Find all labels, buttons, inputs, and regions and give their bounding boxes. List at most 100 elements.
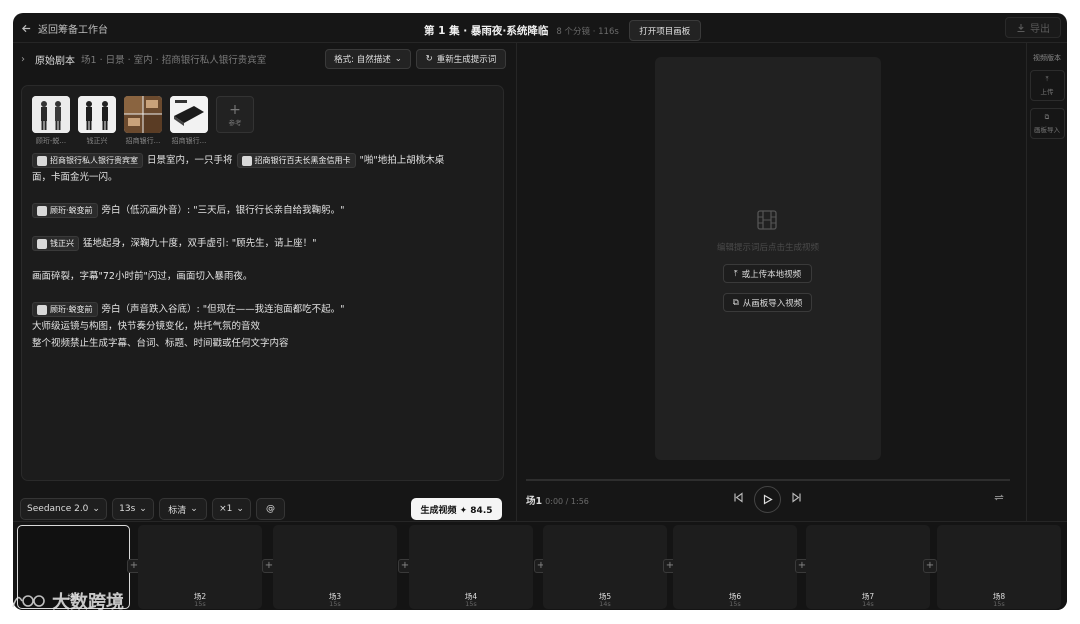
playback-progress[interactable] <box>526 479 1010 481</box>
scene-clip[interactable]: 场4 15s <box>409 525 533 609</box>
regenerate-prompt-button[interactable]: ↻ 重新生成提示词 <box>416 49 506 69</box>
plus-icon: + <box>229 101 241 118</box>
preview-hint: 编辑提示词后点击生成视频 <box>716 243 819 253</box>
prompt-text-span: 整个视频禁止生成字幕、台词、标题、时间戳或任何文字内容 <box>32 337 289 349</box>
play-icon <box>763 494 773 505</box>
watermark: 大数跨境 <box>10 588 124 614</box>
quality-label: 标清 <box>168 505 187 516</box>
chevron-down-icon: ⌄ <box>190 504 198 514</box>
duration-label: 13s <box>119 504 136 514</box>
film-icon <box>757 210 777 230</box>
clip-duration: 14s <box>862 600 874 608</box>
back-label: 返回筹备工作台 <box>38 25 108 36</box>
character-icon <box>37 238 47 249</box>
character-chip[interactable]: 顾珩·蜕变前 <box>32 302 98 317</box>
reference-item[interactable]: 招商银行... <box>124 96 162 146</box>
add-reference-button[interactable]: + 参考 <box>216 96 254 146</box>
prompt-text-span: 日景室内，一只手将 <box>147 154 233 166</box>
export-button[interactable]: 导出 <box>1005 17 1061 38</box>
upload-local-label: 或上传本地视频 <box>741 269 802 280</box>
watermark-text: 大数跨境 <box>52 592 124 613</box>
clip-duration: 15s <box>329 600 341 608</box>
reference-item[interactable]: 顾珩-蜕... <box>32 96 70 146</box>
prompt-text-span: 画面碎裂，字幕"72小时前"闪过，画面切入暴雨夜。 <box>32 270 253 282</box>
prompt-text-span: 面，卡面金光一闪。 <box>32 171 118 183</box>
skip-forward-icon[interactable] <box>791 492 802 506</box>
clip-duration: 15s <box>465 600 477 608</box>
arrow-left-icon <box>21 24 31 33</box>
prompt-line: 招商银行私人银行贵宾室 日景室内，一只手将 招商银行百夫长黑金信用卡 "啪"地拍… <box>32 152 497 169</box>
prompt-line: 整个视频禁止生成字幕、台词、标题、时间戳或任何文字内容 <box>32 335 497 352</box>
chip-label: 钱正兴 <box>50 238 74 248</box>
insert-clip-button[interactable]: + <box>923 559 937 573</box>
prompt-line: 大师级运镜与构图，快节奏分镜变化，烘托气氛的音效 <box>32 318 497 335</box>
clip-duration: 14s <box>599 600 611 608</box>
upload-version-label: 上传 <box>1040 88 1054 96</box>
skip-back-icon[interactable] <box>733 492 744 506</box>
scene-time: 场1 0:00 / 1:56 <box>526 493 589 507</box>
speed-select[interactable]: ×1 ⌄ <box>212 498 251 520</box>
episode-title: 第 1 集 · 暴雨夜·系统降临 <box>424 25 549 37</box>
script-label: 原始剧本 <box>35 55 75 67</box>
script-panel: › 原始剧本 场1 · 日景 · 室内 · 招商银行私人银行贵宾室 格式: 自然… <box>13 43 516 521</box>
scene-clip[interactable]: 场6 15s <box>673 525 797 609</box>
duration-select[interactable]: 13s ⌄ <box>112 498 154 520</box>
reference-item[interactable]: 招商银行... <box>170 96 208 146</box>
scene-clip[interactable]: 场3 15s <box>273 525 397 609</box>
import-version-button[interactable]: ⧉ 画板导入 <box>1029 108 1065 139</box>
character-icon <box>37 304 47 315</box>
prompt-line: 面，卡面金光一闪。 <box>32 169 497 186</box>
chevron-right-icon: › <box>21 53 25 65</box>
back-button[interactable]: 返回筹备工作台 <box>21 21 108 36</box>
loop-icon[interactable] <box>993 492 1005 506</box>
scene-clip[interactable]: 场8 15s <box>937 525 1061 609</box>
scene-clip[interactable]: 场5 14s <box>543 525 667 609</box>
character-thumbnail <box>78 96 116 133</box>
prop-chip[interactable]: 招商银行百夫长黑金信用卡 <box>236 153 356 168</box>
card-thumbnail <box>170 96 208 133</box>
mention-button[interactable]: @ <box>256 498 285 520</box>
import-from-board-button[interactable]: ⧉ 从画板导入视频 <box>723 293 812 312</box>
chip-label: 招商银行百夫长黑金信用卡 <box>254 155 351 165</box>
reference-item[interactable]: 钱正兴 <box>78 96 116 146</box>
prompt-text-span: 大师级运镜与构图，快节奏分镜变化，烘托气氛的音效 <box>32 320 261 332</box>
format-select[interactable]: 格式: 自然描述 ⌄ <box>325 49 411 69</box>
scene-clip[interactable]: 场7 14s <box>806 525 930 609</box>
version-title: 视频版本 <box>1033 54 1061 62</box>
import-version-label: 画板导入 <box>1034 126 1060 134</box>
scene-clip[interactable]: 场2 15s <box>138 525 262 609</box>
panel-divider <box>516 43 517 521</box>
app-window: 返回筹备工作台 第 1 集 · 暴雨夜·系统降临 8 个分镜 · 116s 打开… <box>13 13 1067 610</box>
character-chip[interactable]: 钱正兴 <box>32 236 79 251</box>
model-select[interactable]: Seedance 2.0 ⌄ <box>20 498 107 520</box>
open-board-button[interactable]: 打开项目画板 <box>628 20 701 41</box>
prompt-text-span: 猛地起身，深鞠九十度，双手虚引: "顾先生，请上座！" <box>83 237 317 249</box>
video-preview: 编辑提示词后点击生成视频 ⤒ 或上传本地视频 ⧉ 从画板导入视频 <box>655 57 881 460</box>
upload-local-video-button[interactable]: ⤒ 或上传本地视频 <box>723 264 812 283</box>
prompt-text: 招商银行私人银行贵宾室 日景室内，一只手将 招商银行百夫长黑金信用卡 "啪"地拍… <box>32 152 497 352</box>
chevron-down-icon: ⌄ <box>236 504 244 514</box>
add-reference-label: 参考 <box>228 118 242 127</box>
chip-label: 招商银行私人银行贵宾室 <box>50 155 138 165</box>
quality-select[interactable]: 标清 ⌄ <box>159 498 207 520</box>
prompt-line: 钱正兴 猛地起身，深鞠九十度，双手虚引: "顾先生，请上座！" <box>32 235 497 252</box>
location-thumbnail <box>124 96 162 133</box>
play-button[interactable] <box>754 486 781 513</box>
reference-caption: 顾珩-蜕... <box>35 137 67 145</box>
location-chip[interactable]: 招商银行私人银行贵宾室 <box>32 153 143 168</box>
upload-icon: ⤒ <box>1045 75 1049 83</box>
chevron-down-icon: ⌄ <box>92 504 100 514</box>
clip-duration: 15s <box>729 600 741 608</box>
generate-video-button[interactable]: 生成视频 ✦ 84.5 <box>411 498 502 520</box>
export-label: 导出 <box>1030 24 1050 35</box>
reference-list: 顾珩-蜕... 钱正兴 招商银行... 招商银行... + 参考 <box>32 96 254 146</box>
prompt-line: 画面碎裂，字幕"72小时前"闪过，画面切入暴雨夜。 <box>32 268 497 285</box>
prompt-editor[interactable]: 顾珩-蜕... 钱正兴 招商银行... 招商银行... + 参考 招商银行私人银… <box>21 85 504 481</box>
upload-version-button[interactable]: ⤒ 上传 <box>1029 70 1065 101</box>
version-sidebar: 视频版本 ⤒ 上传 ⧉ 画板导入 <box>1026 43 1067 521</box>
chevron-down-icon: ⌄ <box>394 54 402 64</box>
scene-info: 场1 · 日景 · 室内 · 招商银行私人银行贵宾室 <box>81 55 267 66</box>
import-icon: ⧉ <box>732 297 739 308</box>
character-chip[interactable]: 顾珩·蜕变前 <box>32 203 98 218</box>
top-bar: 返回筹备工作台 第 1 集 · 暴雨夜·系统降临 8 个分镜 · 116s 打开… <box>13 13 1067 43</box>
